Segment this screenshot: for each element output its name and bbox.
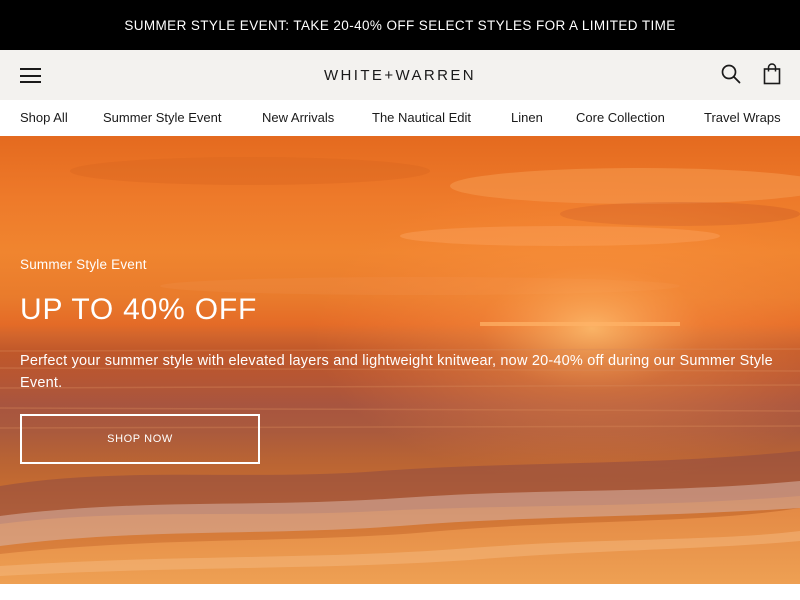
hero-eyebrow: Summer Style Event (20, 257, 147, 272)
hero-banner: Summer Style Event UP TO 40% OFF Perfect… (0, 136, 800, 584)
nav-item-nautical-edit[interactable]: The Nautical Edit (372, 110, 471, 125)
nav-item-summer-style-event[interactable]: Summer Style Event (103, 110, 222, 125)
promo-text: SUMMER STYLE EVENT: TAKE 20-40% OFF SELE… (124, 17, 676, 33)
shopping-bag-icon[interactable] (763, 63, 781, 85)
category-nav: Shop All Summer Style Event New Arrivals… (0, 100, 800, 136)
nav-item-travel-wraps[interactable]: Travel Wraps (704, 110, 781, 125)
nav-item-shop-all[interactable]: Shop All (20, 110, 68, 125)
nav-item-linen[interactable]: Linen (511, 110, 543, 125)
page-continuation (0, 584, 800, 600)
nav-item-core-collection[interactable]: Core Collection (576, 110, 665, 125)
nav-item-new-arrivals[interactable]: New Arrivals (262, 110, 334, 125)
brand-logo[interactable]: WHITE+WARREN (324, 67, 476, 84)
shop-now-button[interactable]: SHOP NOW (20, 414, 260, 464)
hero-title: UP TO 40% OFF (20, 293, 258, 326)
logo-container: WHITE+WARREN (0, 50, 800, 100)
promo-banner: SUMMER STYLE EVENT: TAKE 20-40% OFF SELE… (0, 0, 800, 50)
menu-icon[interactable] (20, 68, 41, 83)
search-icon[interactable] (721, 64, 741, 84)
site-header: WHITE+WARREN (0, 50, 800, 100)
hero-description: Perfect your summer style with elevated … (20, 353, 773, 391)
